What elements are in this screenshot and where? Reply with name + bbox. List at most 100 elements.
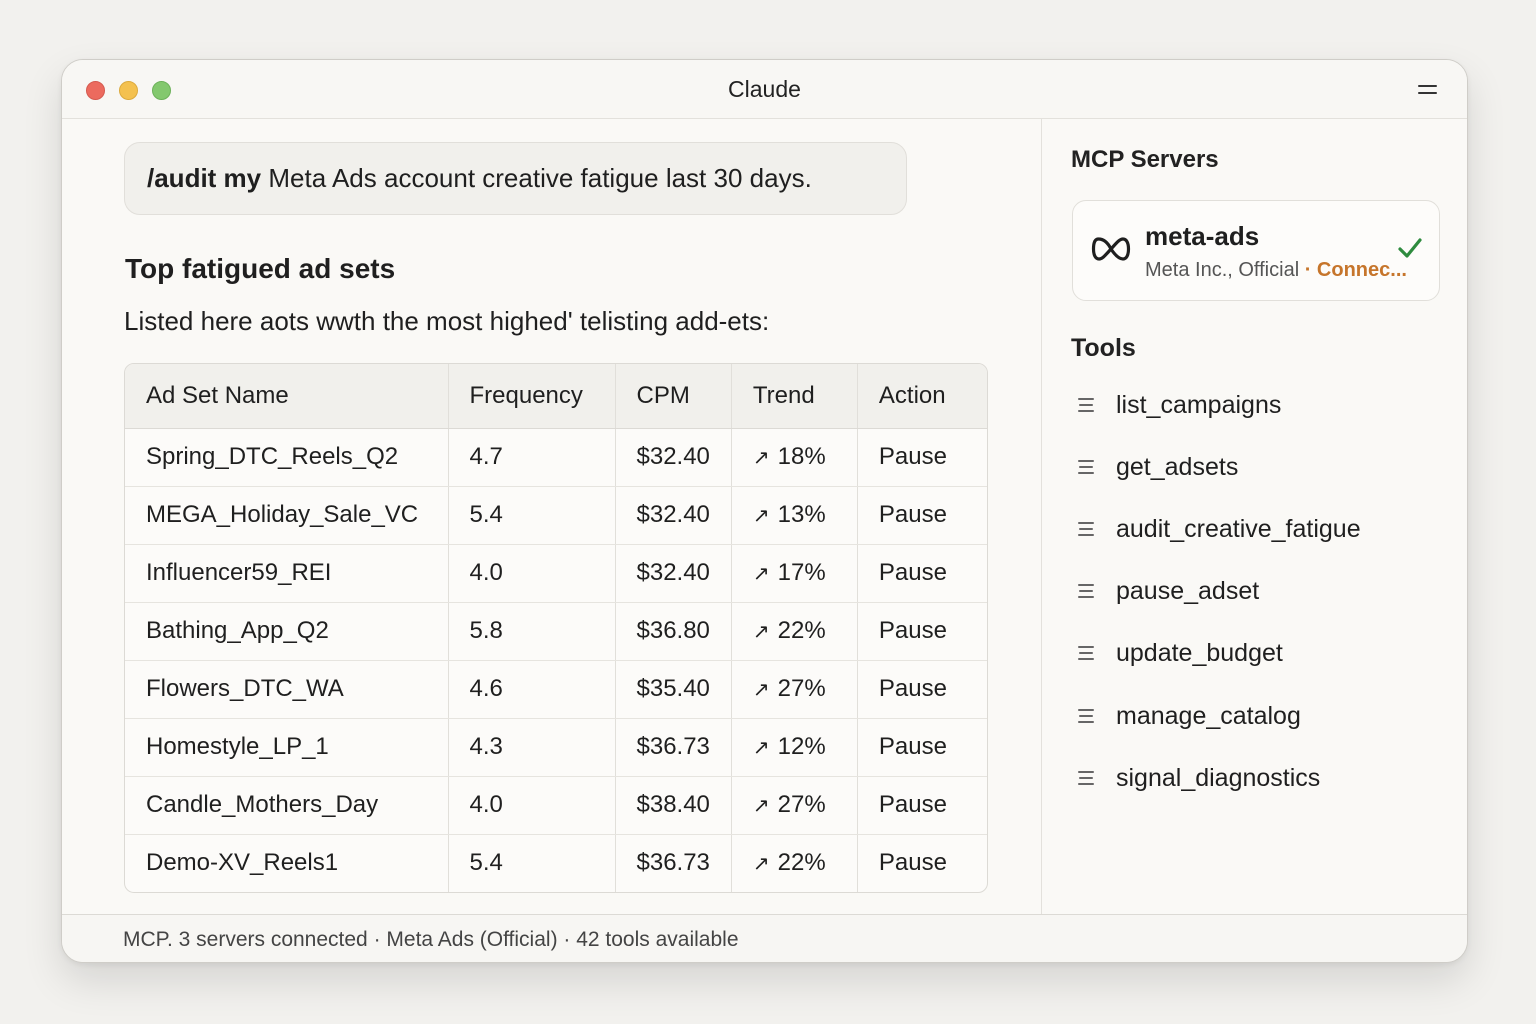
- cell-action[interactable]: Pause: [857, 486, 987, 545]
- arrow-up-right-icon: ↗: [752, 679, 770, 701]
- server-subtitle: Meta Inc., Official · Connec...: [1145, 259, 1407, 282]
- tool-item-pause-adset[interactable]: pause_adset: [1078, 571, 1259, 611]
- cell-ad-set-name: Homestyle_LP_1: [125, 718, 449, 777]
- tool-label: update_budget: [1116, 638, 1283, 667]
- server-name: meta-ads: [1145, 221, 1260, 251]
- cell-action[interactable]: Pause: [857, 776, 987, 835]
- trend-value: 18%: [777, 443, 826, 470]
- column-header-ad-set-name: Ad Set Name: [125, 364, 449, 429]
- tool-label: pause_adset: [1116, 576, 1260, 605]
- trend-value: 27%: [777, 791, 826, 818]
- cell-trend: ↗ 22%: [731, 602, 858, 661]
- cell-cpm: $36.73: [615, 834, 732, 892]
- cell-trend: ↗ 17%: [731, 544, 858, 603]
- cell-frequency: 4.0: [448, 544, 616, 603]
- tool-item-update-budget[interactable]: update_budget: [1078, 633, 1283, 673]
- tool-list-icon: [1078, 459, 1096, 475]
- tool-list-icon: [1078, 521, 1096, 537]
- tool-item-signal-diagnostics[interactable]: signal_diagnostics: [1078, 758, 1320, 798]
- cell-ad-set-name: Bathing_App_Q2: [125, 602, 449, 661]
- app-window: Claude /audit my Meta Ads account creati…: [61, 59, 1468, 963]
- cell-ad-set-name: MEGA_Holiday_Sale_VC: [125, 486, 449, 545]
- cell-frequency: 5.4: [448, 486, 616, 545]
- arrow-up-right-icon: ↗: [752, 853, 770, 876]
- cell-trend: ↗ 22%: [731, 834, 858, 892]
- trend-value: 17%: [777, 559, 826, 586]
- arrow-up-right-icon: ↗: [752, 505, 770, 527]
- status-bar: MCP. 3 servers connected · Meta Ads (Off…: [62, 914, 1467, 962]
- tool-list-icon: [1078, 397, 1096, 413]
- arrow-up-right-icon: ↗: [752, 795, 770, 817]
- server-status: Connec...: [1316, 259, 1407, 281]
- column-header-cpm: CPM: [615, 364, 732, 429]
- section-title: Top fatigued ad sets: [125, 253, 396, 284]
- ad-sets-table: Ad Set Name Frequency CPM Trend Action S…: [124, 363, 988, 893]
- arrow-up-right-icon: ↗: [752, 737, 770, 759]
- tool-label: audit_creative_fatigue: [1116, 514, 1361, 543]
- cell-cpm: $38.40: [615, 776, 732, 835]
- meta-infinity-icon: [1091, 237, 1131, 261]
- tool-label: list_campaigns: [1116, 390, 1282, 419]
- table-row: Bathing_App_Q2 5.8 $36.80 ↗ 22% Pause: [125, 602, 987, 661]
- cell-frequency: 4.3: [448, 718, 616, 777]
- tool-label: get_adsets: [1116, 452, 1239, 481]
- cell-action[interactable]: Pause: [857, 428, 987, 487]
- cell-trend: ↗ 27%: [731, 660, 858, 719]
- column-header-trend: Trend: [731, 364, 858, 429]
- cell-ad-set-name: Flowers_DTC_WA: [125, 660, 449, 719]
- column-header-frequency: Frequency: [448, 364, 616, 429]
- cell-frequency: 5.4: [448, 834, 616, 892]
- cell-ad-set-name: Spring_DTC_Reels_Q2: [125, 428, 449, 487]
- tool-label: signal_diagnostics: [1116, 763, 1321, 792]
- tool-list-icon: [1078, 708, 1096, 724]
- cell-action[interactable]: Pause: [857, 834, 987, 892]
- cell-cpm: $32.40: [615, 486, 732, 545]
- tool-item-list-campaigns[interactable]: list_campaigns: [1078, 385, 1281, 425]
- column-header-action: Action: [857, 364, 987, 429]
- section-description: Listed here aots wwth the most highed' t…: [124, 306, 770, 336]
- cell-trend: ↗ 12%: [731, 718, 858, 777]
- cell-cpm: $32.40: [615, 428, 732, 487]
- prompt-text: Meta Ads account creative fatigue last 3…: [261, 163, 812, 193]
- server-card-meta-ads[interactable]: meta-ads Meta Inc., Official · Connec...: [1072, 200, 1440, 301]
- user-prompt-message: /audit my Meta Ads account creative fati…: [124, 142, 907, 215]
- table-header-row: Ad Set Name Frequency CPM Trend Action: [125, 364, 987, 429]
- cell-cpm: $35.40: [615, 660, 732, 719]
- trend-value: 27%: [777, 675, 826, 702]
- mcp-sidebar: MCP Servers meta-ads Meta Inc., Official…: [1042, 119, 1467, 914]
- cell-action[interactable]: Pause: [857, 602, 987, 661]
- tool-label: manage_catalog: [1116, 701, 1301, 730]
- tool-item-manage-catalog[interactable]: manage_catalog: [1078, 696, 1301, 736]
- table-row: Demo-XV_Reels1 5.4 $36.73 ↗ 22% Pause: [125, 834, 987, 892]
- cell-trend: ↗ 18%: [731, 428, 858, 487]
- trend-value: 12%: [777, 733, 826, 760]
- cell-trend: ↗ 27%: [731, 776, 858, 835]
- cell-action[interactable]: Pause: [857, 544, 987, 603]
- table-row: Candle_Mothers_Day 4.0 $38.40 ↗ 27% Pause: [125, 776, 987, 835]
- cell-ad-set-name: Influencer59_REI: [125, 544, 449, 603]
- chat-panel: /audit my Meta Ads account creative fati…: [62, 119, 1041, 914]
- cell-action[interactable]: Pause: [857, 660, 987, 719]
- menu-icon[interactable]: [1418, 84, 1437, 96]
- prompt-command: /audit my: [147, 163, 262, 193]
- tool-list-icon: [1078, 770, 1096, 786]
- server-separator: ·: [1299, 259, 1317, 281]
- arrow-up-right-icon: ↗: [752, 447, 770, 469]
- cell-frequency: 4.0: [448, 776, 616, 835]
- server-publisher: Meta Inc., Official: [1145, 259, 1300, 281]
- checkmark-icon: [1398, 238, 1422, 258]
- table-row: Spring_DTC_Reels_Q2 4.7 $32.40 ↗ 18% Pause: [125, 428, 987, 487]
- tool-list-icon: [1078, 645, 1096, 661]
- arrow-up-right-icon: ↗: [752, 563, 770, 585]
- cell-frequency: 4.6: [448, 660, 616, 719]
- mcp-servers-title: MCP Servers: [1071, 146, 1219, 173]
- table-row: Flowers_DTC_WA 4.6 $35.40 ↗ 27% Pause: [125, 660, 987, 719]
- tools-title: Tools: [1071, 334, 1136, 362]
- trend-value: 22%: [777, 617, 826, 644]
- trend-value: 22%: [777, 849, 826, 877]
- status-bar-text: MCP. 3 servers connected · Meta Ads (Off…: [123, 928, 739, 951]
- tool-item-audit-creative-fatigue[interactable]: audit_creative_fatigue: [1078, 509, 1361, 549]
- cell-ad-set-name: Candle_Mothers_Day: [125, 776, 449, 835]
- cell-action[interactable]: Pause: [857, 718, 987, 777]
- tool-item-get-adsets[interactable]: get_adsets: [1078, 447, 1238, 487]
